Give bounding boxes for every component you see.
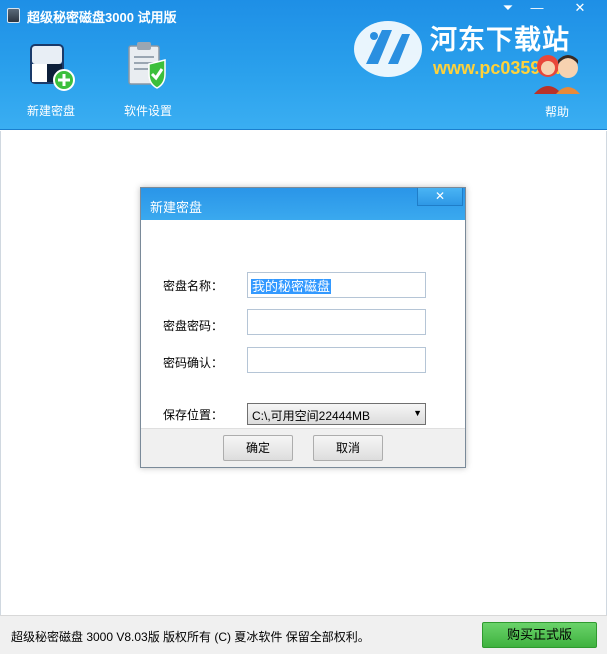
disk-name-label: 密盘名称： <box>163 279 224 293</box>
copyright-text: 超级秘密磁盘 3000 V8.03版 版权所有 (C) 夏冰软件 保留全部权利。 <box>11 630 370 644</box>
help-button[interactable]: 帮助 <box>545 103 569 120</box>
buy-full-version-button[interactable]: 购买正式版 <box>482 622 597 648</box>
window-menu-button[interactable]: ⏷ <box>494 0 522 18</box>
new-disk-dialog: 新建密盘 ✕ 密盘名称： 我的秘密磁盘 密盘密码： 密码确认： 保存位置： C:… <box>140 187 466 468</box>
dialog-title: 新建密盘 <box>150 200 203 215</box>
app-icon <box>7 8 20 23</box>
dropdown-arrow-icon: ▼ <box>413 408 422 418</box>
dialog-footer: 确定 取消 <box>141 428 465 467</box>
save-location-label: 保存位置： <box>163 408 224 422</box>
disk-password-input[interactable] <box>247 309 426 335</box>
dialog-close-button[interactable]: ✕ <box>417 188 463 206</box>
close-button[interactable]: ✕ <box>566 0 594 18</box>
window-title: 超级秘密磁盘3000 试用版 <box>27 10 177 25</box>
new-disk-button[interactable]: 新建密盘 <box>11 40 91 122</box>
disk-name-value: 我的秘密磁盘 <box>251 279 332 294</box>
watermark-mascot-icon <box>534 55 580 94</box>
new-disk-label: 新建密盘 <box>26 104 75 118</box>
password-confirm-input[interactable] <box>247 347 426 373</box>
app-header: 超级秘密磁盘3000 试用版 ⏷ — ✕ 河东下载站 www.pc0359.cn… <box>0 0 607 130</box>
save-location-select[interactable]: C:\,可用空间22444MB ▼ <box>247 403 426 425</box>
clipboard-check-icon <box>128 42 166 89</box>
disk-password-label: 密盘密码： <box>163 319 224 333</box>
save-location-value: C:\,可用空间22444MB <box>252 409 371 423</box>
new-disk-icon <box>30 44 75 91</box>
ok-button[interactable]: 确定 <box>223 435 293 461</box>
dialog-titlebar[interactable]: 新建密盘 ✕ <box>141 188 465 220</box>
status-bar: 超级秘密磁盘 3000 V8.03版 版权所有 (C) 夏冰软件 保留全部权利。… <box>0 615 607 654</box>
software-settings-label: 软件设置 <box>123 104 172 118</box>
password-confirm-label: 密码确认： <box>163 356 224 370</box>
disk-name-input[interactable]: 我的秘密磁盘 <box>247 272 426 298</box>
cancel-button[interactable]: 取消 <box>313 435 383 461</box>
minimize-button[interactable]: — <box>523 0 551 18</box>
dialog-body: 密盘名称： 我的秘密磁盘 密盘密码： 密码确认： 保存位置： C:\,可用空间2… <box>141 220 465 428</box>
software-settings-button[interactable]: 软件设置 <box>108 40 188 122</box>
watermark-logo-icon <box>354 21 422 77</box>
